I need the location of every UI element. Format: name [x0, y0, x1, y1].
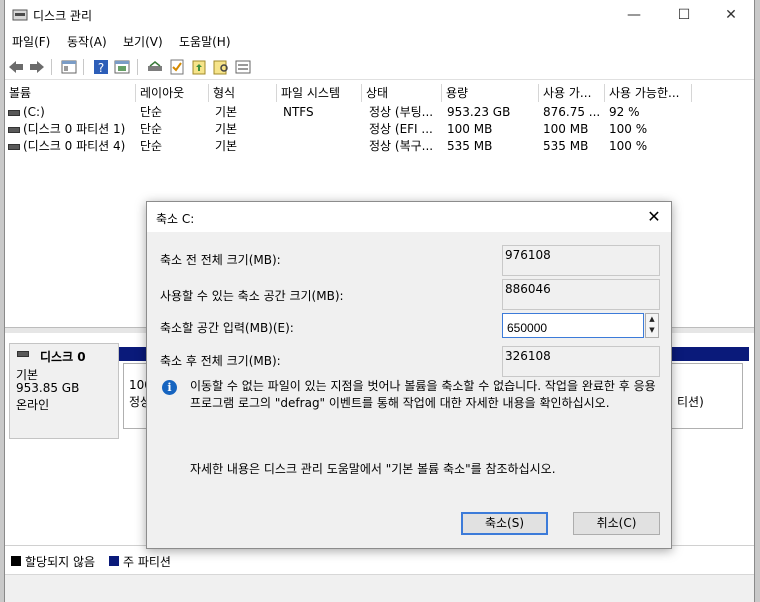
disk-name: 디스크 0	[40, 350, 86, 364]
checklist-icon[interactable]	[168, 58, 186, 76]
unallocated-swatch	[11, 556, 21, 566]
column-layout[interactable]: 레이아웃	[136, 84, 209, 102]
volume-free-space: 100 MB	[543, 122, 589, 136]
drive-icon	[8, 109, 20, 116]
help-icon[interactable]: ?	[92, 58, 110, 76]
menu-action[interactable]: 동작(A)	[67, 33, 107, 50]
volume-name: (C:)	[23, 105, 45, 119]
properties-icon[interactable]	[113, 58, 131, 76]
disk-size: 953.85 GB	[16, 381, 80, 395]
available-shrink-label: 사용할 수 있는 축소 공간 크기(MB):	[160, 289, 344, 303]
volume-file-system: NTFS	[283, 105, 314, 119]
spin-up-icon[interactable]: ▲	[646, 314, 658, 325]
connect-disk-icon[interactable]	[146, 58, 164, 76]
menu-help[interactable]: 도움말(H)	[179, 33, 231, 50]
spin-down-icon[interactable]: ▼	[646, 325, 658, 336]
volume-status: 정상 (EFI ...	[369, 122, 433, 136]
volume-status: 정상 (부팅...	[369, 105, 434, 119]
settings-window-icon[interactable]	[234, 58, 252, 76]
total-size-after-value: 326108	[502, 346, 660, 377]
menu-file[interactable]: 파일(F)	[12, 33, 50, 50]
legend-primary: 주 파티션	[123, 555, 171, 569]
disk-icon	[17, 351, 29, 357]
info-icon: i	[162, 380, 177, 395]
shrink-amount-label: 축소할 공간 입력(MB)(E):	[160, 321, 294, 335]
volume-row[interactable]: (디스크 0 파티션 1) 단순 기본 정상 (EFI ... 100 MB 1…	[5, 121, 754, 138]
volume-capacity: 100 MB	[447, 122, 493, 136]
legend-unallocated: 할당되지 않음	[25, 555, 96, 569]
shrink-volume-dialog: 축소 C: ✕ 축소 전 전체 크기(MB): 976108 사용할 수 있는 …	[146, 201, 672, 549]
available-shrink-value: 886046	[502, 279, 660, 310]
maximize-button[interactable]: ☐	[661, 0, 707, 30]
status-bar	[5, 574, 754, 602]
volume-capacity: 953.23 GB	[447, 105, 511, 119]
dialog-close-icon[interactable]: ✕	[643, 206, 665, 228]
column-file-system[interactable]: 파일 시스템	[277, 84, 362, 102]
partition-label-tail: 티션)	[677, 395, 704, 409]
toolbar-separator	[51, 59, 52, 75]
volume-layout: 단순	[140, 105, 163, 119]
title-bar: 디스크 관리 — ☐ ✕	[5, 0, 754, 30]
toolbar: ?	[5, 54, 754, 80]
column-percent-free[interactable]: 사용 가능한...	[605, 84, 692, 102]
volume-percent-free: 100 %	[609, 122, 648, 136]
search-folder-icon[interactable]	[212, 58, 230, 76]
volume-type: 기본	[215, 122, 238, 136]
menu-view[interactable]: 보기(V)	[123, 33, 163, 50]
dialog-title-bar: 축소 C: ✕	[147, 202, 671, 232]
disk-status: 온라인	[16, 398, 50, 412]
column-type[interactable]: 형식	[209, 84, 277, 102]
volume-capacity: 535 MB	[447, 139, 493, 153]
volume-percent-free: 100 %	[609, 139, 648, 153]
volume-list-header: 볼륨 레이아웃 형식 파일 시스템 상태 용량 사용 가... 사용 가능한..…	[5, 84, 754, 102]
volume-free-space: 876.75 ...	[543, 105, 601, 119]
disk-management-icon	[12, 9, 28, 21]
volume-type: 기본	[215, 105, 238, 119]
volume-layout: 단순	[140, 139, 163, 153]
minimize-button[interactable]: —	[611, 0, 657, 30]
total-size-after-label: 축소 후 전체 크기(MB):	[160, 354, 281, 368]
volume-percent-free: 92 %	[609, 105, 640, 119]
volume-name: (디스크 0 파티션 4)	[23, 139, 126, 153]
new-folder-icon[interactable]	[190, 58, 208, 76]
cancel-button[interactable]: 취소(C)	[573, 512, 660, 535]
help-message: 자세한 내용은 디스크 관리 도움말에서 "기본 볼륨 축소"를 참조하십시오.	[190, 462, 556, 476]
column-volume[interactable]: 볼륨	[5, 84, 136, 102]
volume-free-space: 535 MB	[543, 139, 589, 153]
back-arrow-icon[interactable]	[7, 58, 25, 76]
dialog-title: 축소 C:	[156, 212, 195, 226]
shrink-amount-stepper[interactable]: ▲ ▼	[645, 313, 659, 338]
total-size-before-value: 976108	[502, 245, 660, 276]
volume-row[interactable]: (C:) 단순 기본 NTFS 정상 (부팅... 953.23 GB 876.…	[5, 104, 754, 121]
drive-icon	[8, 126, 20, 133]
toolbar-separator	[137, 59, 138, 75]
toolbar-separator	[83, 59, 84, 75]
column-free-space[interactable]: 사용 가...	[539, 84, 605, 102]
volume-name: (디스크 0 파티션 1)	[23, 122, 126, 136]
window-title: 디스크 관리	[33, 9, 93, 23]
shrink-button[interactable]: 축소(S)	[461, 512, 548, 535]
volume-status: 정상 (복구...	[369, 139, 434, 153]
close-button[interactable]: ✕	[708, 0, 754, 30]
menu-bar: 파일(F) 동작(A) 보기(V) 도움말(H)	[5, 30, 754, 52]
drive-icon	[8, 143, 20, 150]
forward-arrow-icon[interactable]	[28, 58, 46, 76]
svg-text:?: ?	[98, 61, 104, 75]
volume-row[interactable]: (디스크 0 파티션 4) 단순 기본 정상 (복구... 535 MB 535…	[5, 138, 754, 155]
shrink-amount-input[interactable]	[502, 313, 644, 338]
column-status[interactable]: 상태	[362, 84, 442, 102]
column-capacity[interactable]: 용량	[442, 84, 539, 102]
volume-layout: 단순	[140, 122, 163, 136]
volume-type: 기본	[215, 139, 238, 153]
primary-swatch	[109, 556, 119, 566]
total-size-before-label: 축소 전 전체 크기(MB):	[160, 253, 281, 267]
console-tree-icon[interactable]	[60, 58, 78, 76]
info-message: 이동할 수 없는 파일이 있는 지점을 벗어나 볼륨을 축소할 수 없습니다. …	[190, 379, 656, 410]
disk-info-panel[interactable]: 디스크 0 기본 953.85 GB 온라인	[9, 343, 119, 439]
